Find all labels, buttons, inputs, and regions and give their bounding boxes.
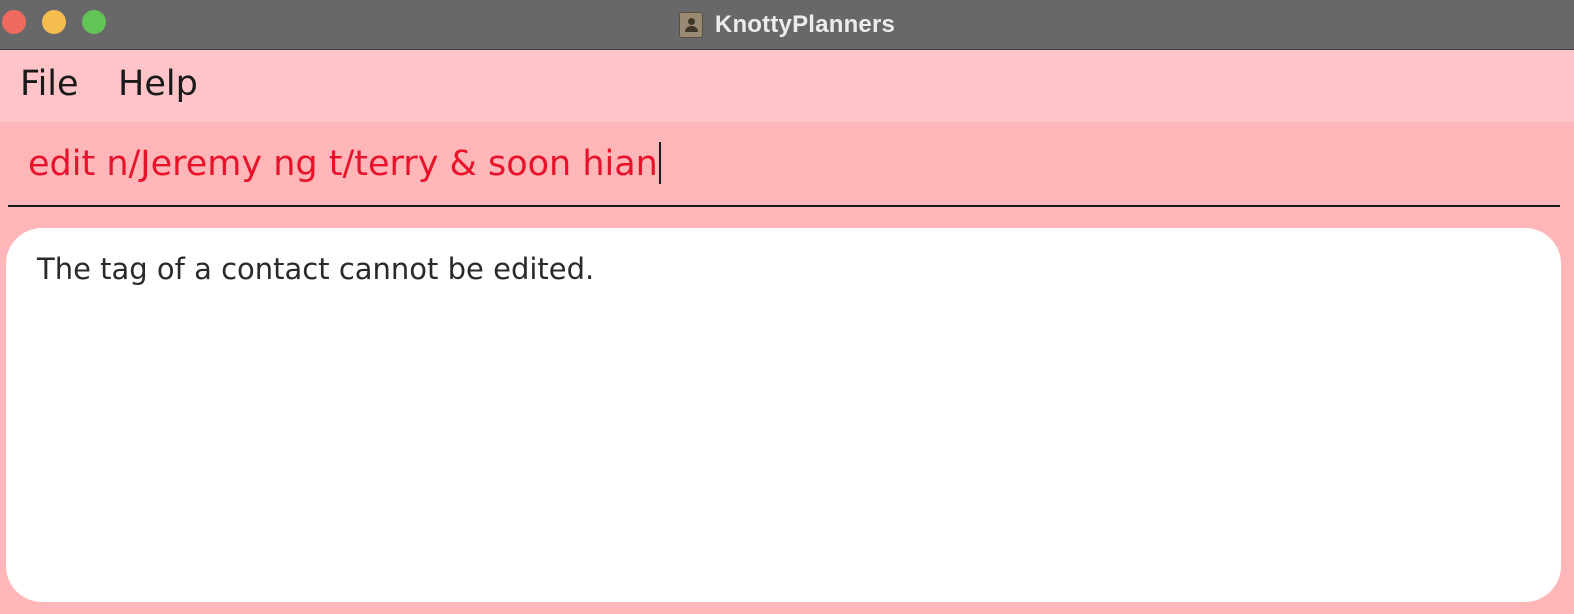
menu-bar: File Help	[0, 50, 1574, 122]
menu-help[interactable]: Help	[118, 64, 198, 104]
window-title: KnottyPlanners	[714, 11, 896, 38]
title-bar: KnottyPlanners	[0, 0, 1574, 50]
text-caret	[658, 142, 661, 184]
menu-file[interactable]: File	[20, 64, 79, 104]
result-message: The tag of a contact cannot be edited.	[37, 252, 595, 286]
result-display: The tag of a contact cannot be edited.	[6, 228, 1561, 602]
address-book-icon	[678, 12, 703, 38]
command-box: edit n/Jeremy ng t/terry & soon hian	[0, 122, 1574, 227]
command-text: edit n/Jeremy ng t/terry & soon hian	[28, 144, 658, 184]
title-group: KnottyPlanners	[0, 0, 1574, 50]
command-input[interactable]: edit n/Jeremy ng t/terry & soon hian	[28, 142, 661, 186]
command-underline	[8, 205, 1560, 207]
